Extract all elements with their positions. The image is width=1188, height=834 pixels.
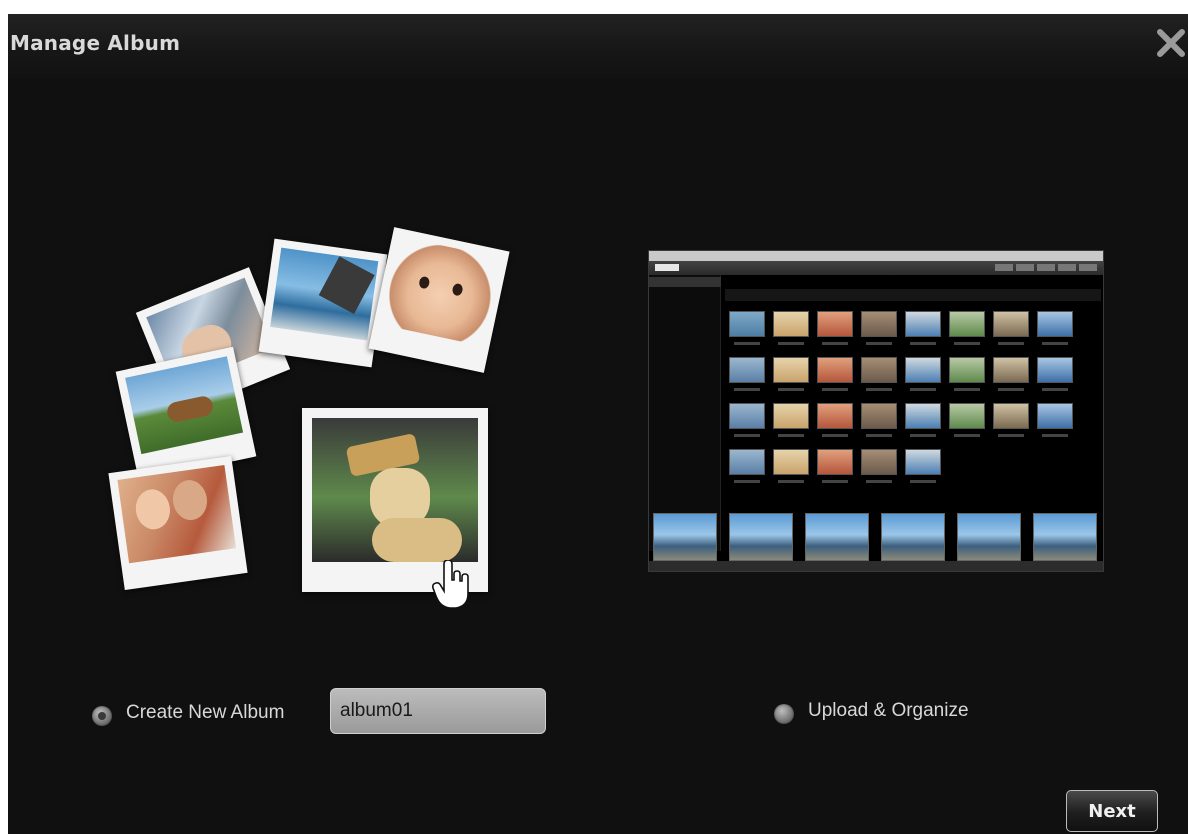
preview-large-thumbnail [653,513,717,561]
thumbnail-grid [729,311,1085,483]
create-new-album-label[interactable]: Create New Album [126,702,284,724]
preview-thumbnail [817,403,853,437]
browser-toolbar [649,251,1103,261]
preview-thumbnail [773,311,809,345]
preview-thumbnail [949,403,985,437]
preview-thumbnail [905,449,941,483]
preview-thumbnail [1037,311,1073,345]
preview-thumbnail [817,449,853,483]
preview-thumbnail [949,357,985,391]
preview-large-thumbnail [805,513,869,561]
preview-thumbnail [949,311,985,345]
app-footer [649,561,1103,571]
preview-thumbnail [861,403,897,437]
preview-thumbnail [817,311,853,345]
preview-thumbnail [729,357,765,391]
preview-thumbnail [861,311,897,345]
preview-large-thumbnail [729,513,793,561]
album-name-input[interactable] [330,688,546,734]
app-header [649,261,1103,275]
preview-thumbnail [1037,403,1073,437]
preview-thumbnail [1037,357,1073,391]
preview-thumbnail [773,403,809,437]
upload-organize-radio[interactable] [774,704,794,724]
hand-cursor-icon [432,560,469,609]
preview-thumbnail [993,403,1029,437]
app-toolbar [725,289,1101,301]
preview-thumbnail [993,311,1029,345]
preview-large-thumbnail [881,513,945,561]
preview-large-thumbnail [1033,513,1097,561]
preview-thumbnail [905,403,941,437]
next-button[interactable]: Next [1066,790,1158,832]
upload-organize-preview [648,250,1104,572]
preview-thumbnail [773,449,809,483]
create-album-illustration [100,224,510,614]
preview-thumbnail [817,357,853,391]
dialog-titlebar: Manage Album [8,14,1188,78]
preview-thumbnail [905,357,941,391]
preview-thumbnail [861,357,897,391]
app-logo [655,264,679,271]
photo-baby [368,227,510,373]
close-icon[interactable] [1154,26,1188,60]
app-sidebar [649,275,721,551]
preview-thumbnail [993,357,1029,391]
preview-thumbnail [729,403,765,437]
preview-large-thumbnail [957,513,1021,561]
preview-thumbnail [729,449,765,483]
manage-album-dialog: Manage Album Create New Album album01 Up… [8,14,1188,834]
create-new-album-radio[interactable] [92,706,112,726]
photo-horse [115,346,257,482]
photo-couple [108,455,248,591]
preview-thumbnail [905,311,941,345]
upload-organize-label[interactable]: Upload & Organize [808,700,969,722]
dialog-title: Manage Album [10,31,181,55]
app-nav [995,264,1097,271]
preview-strip [653,513,1101,561]
preview-thumbnail [773,357,809,391]
preview-thumbnail [861,449,897,483]
preview-thumbnail [729,311,765,345]
